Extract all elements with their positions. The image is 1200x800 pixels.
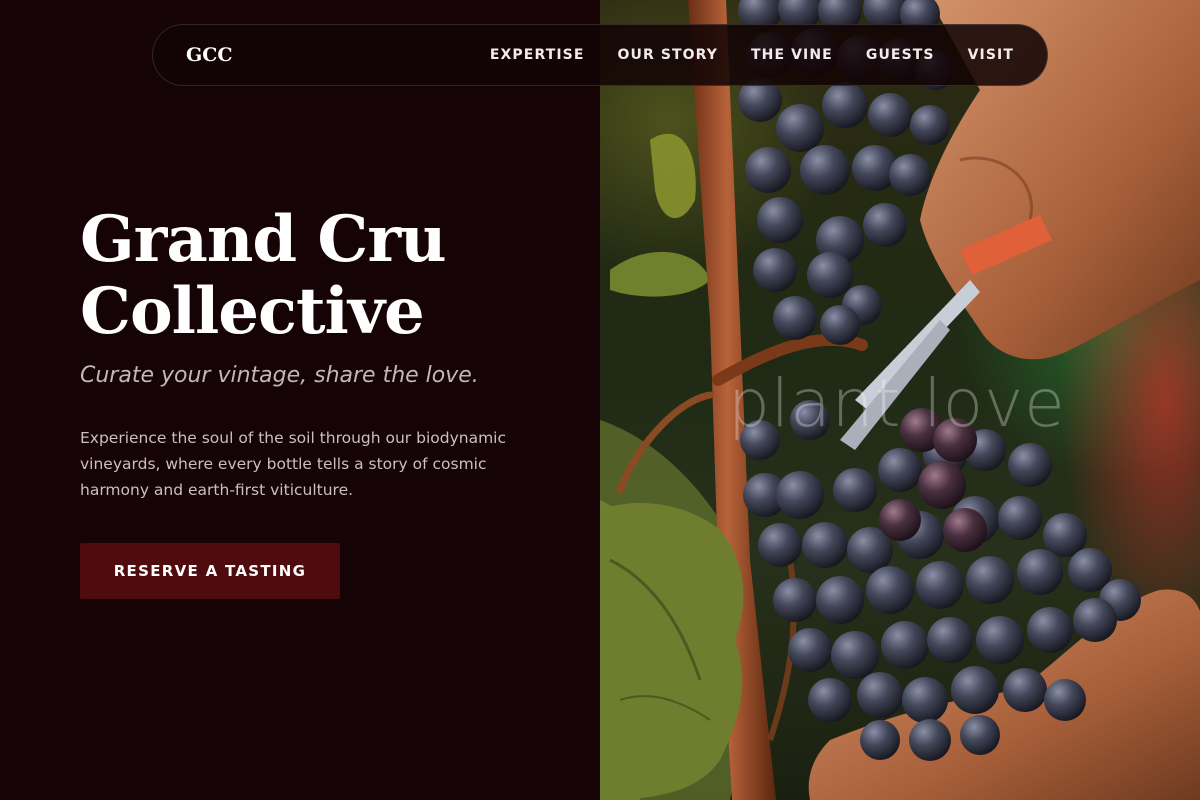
brand-logo[interactable]: GCC bbox=[186, 44, 232, 66]
nav-link-our-story[interactable]: OUR STORY bbox=[618, 47, 719, 63]
hero-tagline: Curate your vintage, share the love. bbox=[80, 363, 479, 388]
nav-link-expertise[interactable]: EXPERTISE bbox=[490, 47, 585, 63]
hero-description: Experience the soul of the soil through … bbox=[80, 429, 507, 499]
hero-left-panel: Grand Cru Collective Curate your vintage… bbox=[0, 0, 600, 800]
hero-photo: plant love bbox=[600, 0, 1200, 800]
reserve-tasting-button[interactable]: RESERVE A TASTING bbox=[80, 543, 340, 599]
nav-link-the-vine[interactable]: THE VINE bbox=[751, 47, 833, 63]
top-navigation: GCC EXPERTISE OUR STORY THE VINE GUESTS … bbox=[152, 24, 1048, 86]
hero-title: Grand Cru Collective bbox=[80, 204, 560, 348]
image-watermark: plant love bbox=[728, 365, 1066, 442]
hero-title-line-1: Grand Cru bbox=[80, 202, 447, 277]
nav-link-guests[interactable]: GUESTS bbox=[866, 47, 935, 63]
nav-links: EXPERTISE OUR STORY THE VINE GUESTS VISI… bbox=[490, 47, 1014, 63]
nav-link-visit[interactable]: VISIT bbox=[968, 47, 1014, 63]
hero-title-line-2: Collective bbox=[80, 274, 425, 349]
